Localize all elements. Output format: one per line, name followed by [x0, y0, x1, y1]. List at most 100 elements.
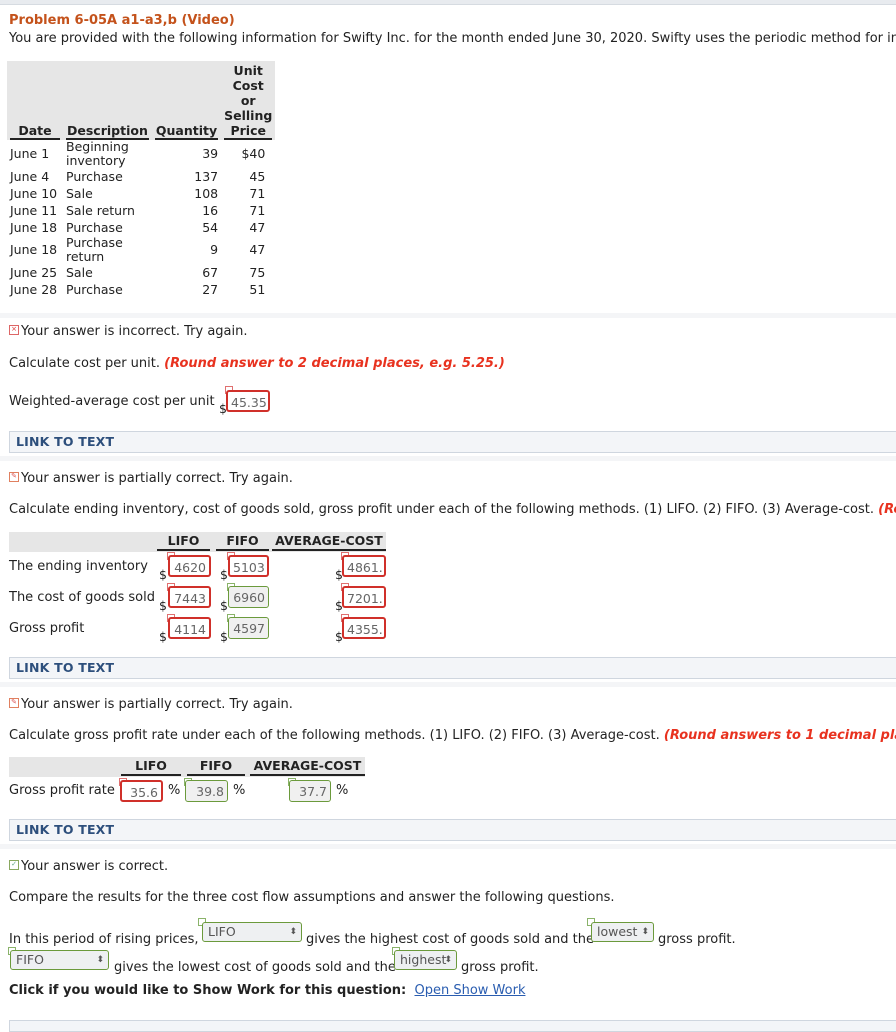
cell-price: 75 [249, 264, 266, 280]
col-quantity: Quantity [154, 123, 219, 140]
status-text: Your answer is correct. [21, 859, 169, 874]
s2-mid: gives the lowest cost of goods sold and … [114, 960, 396, 975]
open-show-work-link[interactable]: Open Show Work [414, 983, 525, 998]
instruction-text: Calculate ending inventory, cost of good… [9, 502, 875, 517]
rounding-hint: (Ro [878, 502, 896, 517]
section-divider [0, 844, 896, 849]
col-average-cost: AVERAGE-COST [250, 758, 365, 776]
col-price-line: Unit [233, 63, 263, 78]
desc-line: Sale [66, 264, 93, 280]
section-divider [0, 456, 896, 461]
link-to-text-bar: LINK TO TEXT [9, 431, 896, 453]
status-text: Your answer is partially correct. Try ag… [21, 471, 293, 486]
cell-description: Sale [63, 264, 152, 281]
table-row: June 18 Purchase return 9 47 [7, 236, 275, 264]
average-cost-input[interactable]: 7201. [342, 586, 386, 608]
lifo-input[interactable]: 7443 [168, 586, 211, 608]
cell-quantity: 54 [202, 219, 219, 235]
part4-instruction: Compare the results for the three cost f… [9, 890, 615, 905]
link-to-text-button[interactable]: LINK TO TEXT [16, 434, 114, 449]
part1-instruction: Calculate cost per unit. (Round answer t… [9, 356, 505, 371]
part2-status: ✎ Your answer is partially correct. Try a… [9, 471, 293, 486]
gpr-fifo-input[interactable]: 39.8 [185, 780, 228, 802]
cell-price: 71 [249, 202, 266, 218]
s1-suffix: gross profit. [658, 932, 736, 947]
col-price-line: Selling [224, 108, 273, 123]
gpr-average-input[interactable]: 37.7 [289, 780, 331, 802]
gpr-lifo-input[interactable]: 35.6 [120, 780, 163, 802]
cell-quantity: 137 [194, 168, 219, 184]
cell-date: June 25 [10, 264, 58, 280]
lifo-input[interactable]: 4114 [168, 617, 211, 639]
average-cost-input[interactable]: 4861. [342, 555, 386, 577]
s1-mid: gives the highest cost of goods sold and… [306, 932, 594, 947]
select-value: lowest [597, 924, 638, 939]
currency-symbol: $ [159, 567, 167, 582]
cell-date: June 10 [10, 185, 58, 201]
lifo-gross-profit-select[interactable]: lowest ⬍ [591, 922, 654, 942]
inventory-table: Date Description Quantity Unit Cost or S… [7, 61, 276, 298]
row-label: The cost of goods sold [9, 590, 155, 605]
cell-date: June 28 [10, 281, 58, 297]
select-arrows-icon: ⬍ [96, 955, 104, 965]
cell-date: June 18 [10, 219, 58, 235]
part3-instruction: Calculate gross profit rate under each o… [9, 728, 896, 743]
link-to-text-button[interactable]: LINK TO TEXT [16, 822, 114, 837]
cell-description: Purchase [63, 219, 152, 236]
col-date: Date [10, 123, 60, 140]
part1-status: × Your answer is incorrect. Try again. [9, 324, 248, 339]
lifo-input[interactable]: 4620 [168, 555, 211, 577]
percent-sign: % [336, 783, 349, 798]
table-row: June 10 Sale 108 71 [7, 185, 275, 202]
cell-date: June 4 [10, 168, 50, 184]
fifo-input[interactable]: 4597 [228, 617, 269, 639]
currency-symbol: $ [159, 598, 167, 613]
cell-date: June 18 [10, 242, 58, 257]
part3-status: ✎ Your answer is partially correct. Try a… [9, 697, 293, 712]
cell-quantity: 67 [202, 264, 219, 280]
correct-icon: ✓ [9, 860, 19, 870]
fifo-input[interactable]: 6960 [228, 586, 269, 608]
col-fifo: FIFO [187, 758, 245, 776]
select-arrows-icon: ⬍ [641, 927, 649, 937]
col-price-line: or [240, 93, 256, 108]
fifo-gross-profit-select[interactable]: highest ⬍ [394, 950, 457, 970]
cell-description: Purchase [63, 168, 152, 185]
desc-line: Purchase [66, 281, 123, 297]
col-lifo: LIFO [121, 758, 181, 776]
currency-symbol: $ [220, 567, 228, 582]
currency-symbol: $ [159, 629, 167, 644]
cell-quantity: 108 [194, 185, 219, 201]
show-work-label: Click if you would like to Show Work for… [9, 983, 407, 998]
gross-profit-rate-label: Gross profit rate [9, 783, 115, 798]
link-to-text-button[interactable]: LINK TO TEXT [16, 660, 114, 675]
row-label: Gross profit [9, 621, 85, 636]
table-row: June 1 Beginning inventory 39 $40 [7, 140, 275, 168]
problem-header: Problem 6-05A a1-a3,b (Video) You are pr… [9, 12, 896, 48]
s2-suffix: gross profit. [461, 960, 539, 975]
link-to-text-bar: LINK TO TEXT [9, 657, 896, 679]
currency-symbol: $ [220, 598, 228, 613]
instruction-text: Calculate gross profit rate under each o… [9, 728, 660, 743]
cell-price: 47 [249, 219, 266, 235]
desc-line: Purchase [66, 168, 123, 184]
table-row: June 18 Purchase 54 47 [7, 219, 275, 236]
average-cost-input[interactable]: 4355. [342, 617, 386, 639]
select-arrows-icon: ⬍ [444, 955, 452, 965]
top-border [0, 0, 896, 5]
col-average-cost: AVERAGE-COST [272, 533, 386, 551]
cell-date: June 1 [10, 146, 50, 161]
fifo-input[interactable]: 5103 [228, 555, 269, 577]
link-to-text-bar: LINK TO TEXT [9, 819, 896, 841]
highest-cogs-method-select[interactable]: LIFO ⬍ [202, 922, 302, 942]
desc-line: inventory [66, 153, 126, 168]
problem-title: Problem 6-05A a1-a3,b (Video) [9, 13, 235, 28]
partial-icon: ✎ [9, 472, 19, 482]
col-lifo: LIFO [157, 533, 210, 551]
cell-description: Purchase return [63, 236, 152, 264]
percent-sign: % [168, 783, 181, 798]
status-text: Your answer is partially correct. Try ag… [21, 697, 293, 712]
wa-cost-input[interactable]: 45.35 [226, 390, 270, 412]
show-work-row: Click if you would like to Show Work for… [9, 983, 525, 998]
lowest-cogs-method-select[interactable]: FIFO ⬍ [10, 950, 109, 970]
